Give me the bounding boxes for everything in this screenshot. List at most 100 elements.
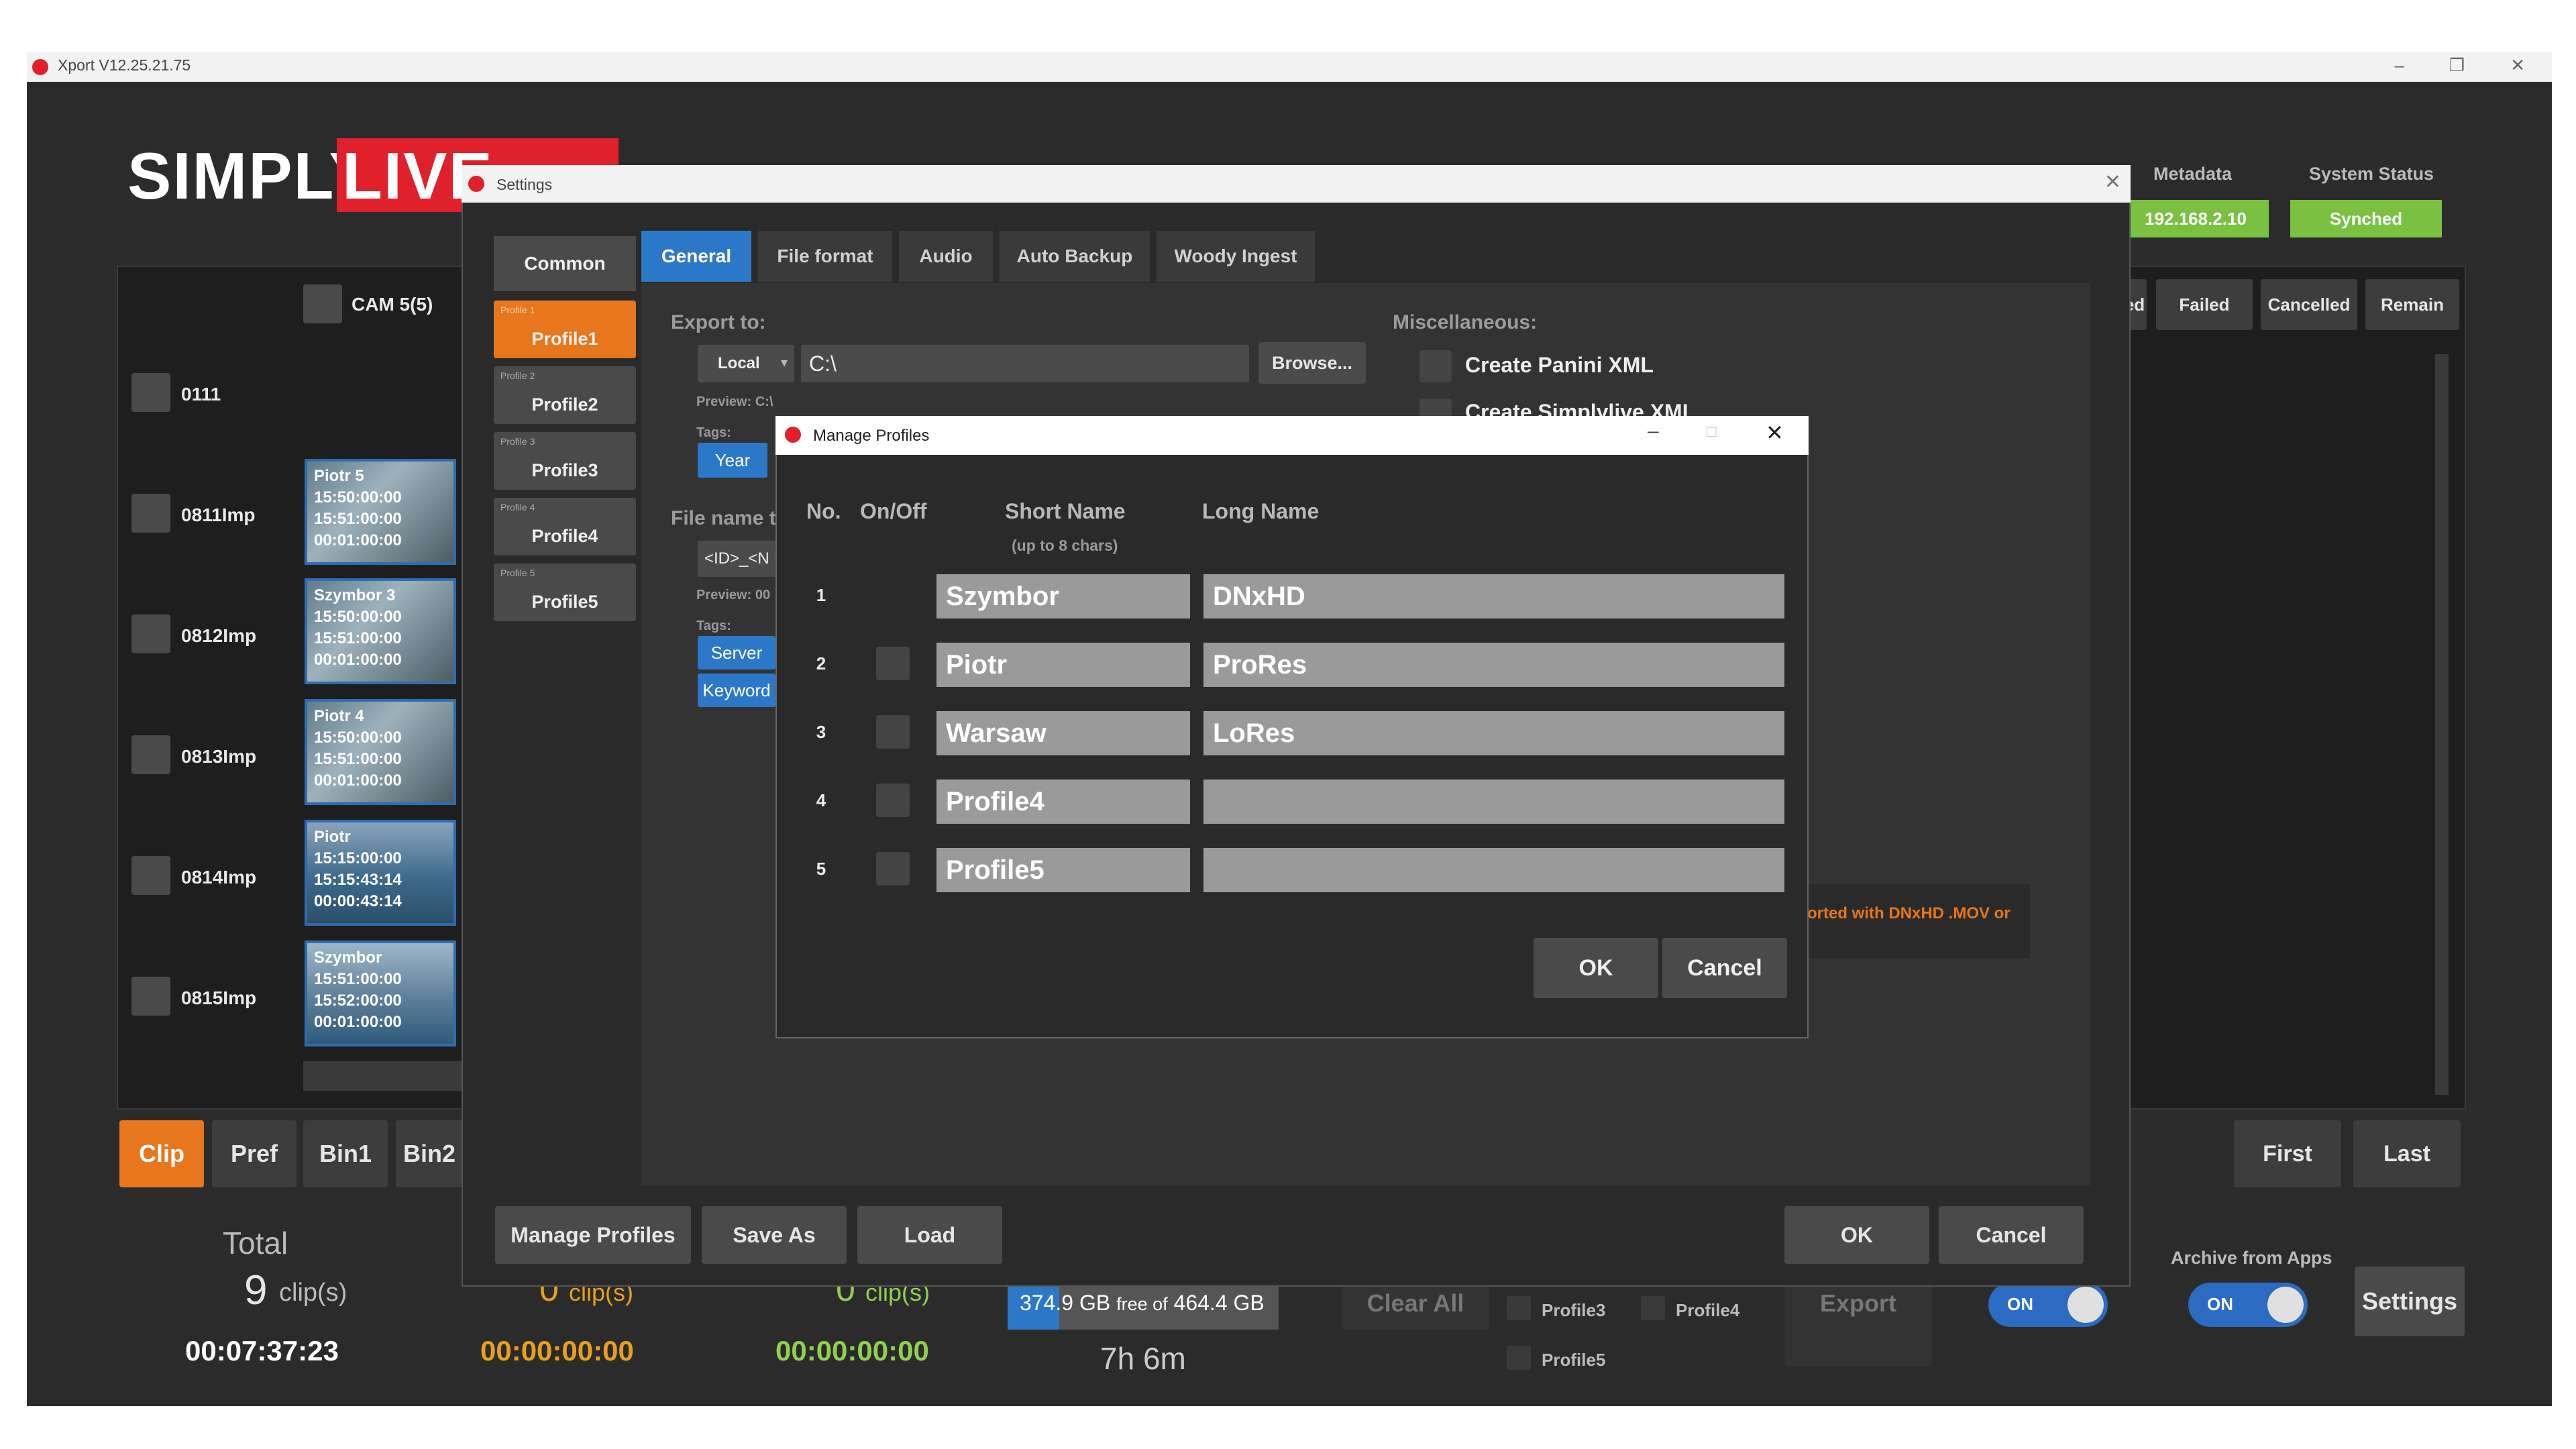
storage-time-left: 7h 6m — [1100, 1341, 1186, 1376]
mp-short-name-input[interactable]: Piotr — [936, 643, 1190, 687]
clip-checkbox[interactable] — [131, 856, 170, 895]
simplylive-label: Create Simplylive XML — [1465, 400, 1696, 416]
mp-cancel-button[interactable]: Cancel — [1662, 938, 1787, 998]
manage-profiles-button[interactable]: Manage Profiles — [495, 1206, 691, 1264]
mp-onoff-checkbox[interactable] — [876, 852, 910, 885]
profile-item[interactable]: Profile 4 Profile4 — [494, 498, 636, 555]
status-tab-failed[interactable]: Failed — [2156, 279, 2253, 330]
mp-onoff-checkbox[interactable] — [876, 784, 910, 817]
profile5-checkbox[interactable] — [1507, 1346, 1531, 1370]
status-tab-remain[interactable]: Remain — [2365, 279, 2459, 330]
export-path-input[interactable]: C:\ — [801, 345, 1249, 382]
clip-label: 0815Imp — [181, 987, 257, 1008]
clip-thumbnail[interactable]: Szymbor 3 15:50:00:00 15:51:00:00 00:01:… — [305, 578, 456, 684]
tab-clip[interactable]: Clip — [119, 1120, 204, 1187]
tab-pref[interactable]: Pref — [212, 1120, 297, 1187]
clip-checkbox[interactable] — [131, 735, 170, 774]
clip-checkbox[interactable] — [131, 977, 170, 1016]
status-tab-cancelled[interactable]: Cancelled — [2261, 279, 2357, 330]
settings-title: Settings — [496, 176, 553, 193]
first-button[interactable]: First — [2234, 1120, 2341, 1187]
tag-keyword[interactable]: Keyword — [698, 674, 775, 707]
settings-close-icon[interactable]: ✕ — [2104, 170, 2121, 194]
profile-item[interactable]: Profile 5 Profile5 — [494, 564, 636, 621]
tag-year[interactable]: Year — [698, 443, 767, 478]
simplylive-checkbox[interactable] — [1419, 398, 1452, 416]
tab-bin1[interactable]: Bin1 — [303, 1120, 388, 1187]
clip-thumbnail[interactable]: Piotr 15:15:00:00 15:15:43:14 00:00:43:1… — [305, 820, 456, 926]
file-name-input[interactable]: <ID>_<N — [698, 541, 778, 577]
minimize-icon[interactable]: – — [2395, 55, 2404, 76]
mp-row-no: 1 — [816, 585, 826, 605]
file-name-label: File name t — [671, 507, 776, 529]
export-to-label: Export to: — [671, 311, 766, 333]
close-icon[interactable]: ✕ — [2510, 55, 2525, 76]
mp-long-name-input[interactable]: ProRes — [1203, 643, 1784, 687]
mp-short-name-input[interactable]: Profile5 — [936, 848, 1190, 892]
tab-bin2[interactable]: Bin2 — [396, 1120, 463, 1187]
profile-item[interactable]: Profile 1 Profile1 — [494, 301, 636, 358]
archive-label: Archive from Apps — [2171, 1248, 2332, 1268]
camera-label: CAM 5(5) — [352, 294, 433, 315]
tab-audio[interactable]: Audio — [899, 231, 993, 282]
archive-toggle-label: ON — [2207, 1294, 2233, 1314]
app-logo-icon — [32, 59, 48, 75]
export-button[interactable]: Export — [1784, 1277, 1932, 1366]
profile4-checkbox[interactable] — [1641, 1296, 1665, 1320]
save-as-button[interactable]: Save As — [702, 1206, 847, 1264]
mp-ok-button[interactable]: OK — [1534, 938, 1658, 998]
mp-short-name-input[interactable]: Profile4 — [936, 780, 1190, 824]
status-scrollbar[interactable] — [2435, 354, 2449, 1095]
tags2-label: Tags: — [696, 619, 731, 633]
exported-duration: 00:00:00:00 — [775, 1335, 929, 1366]
settings-cancel-button[interactable]: Cancel — [1939, 1206, 2084, 1264]
mp-long-name-input[interactable] — [1203, 848, 1784, 892]
settings-ok-button[interactable]: OK — [1784, 1206, 1929, 1264]
mp-onoff-checkbox[interactable] — [876, 647, 910, 680]
clip-label: 0811Imp — [181, 504, 256, 525]
load-button[interactable]: Load — [857, 1206, 1002, 1264]
profile3-label: Profile3 — [1542, 1300, 1606, 1320]
settings-button[interactable]: Settings — [2355, 1267, 2465, 1336]
misc-label: Miscellaneous: — [1393, 311, 1538, 333]
last-button[interactable]: Last — [2353, 1120, 2461, 1187]
clip-checkbox[interactable] — [131, 494, 170, 533]
clip-label: 0813Imp — [181, 746, 257, 767]
clip-thumbnail[interactable]: Piotr 5 15:50:00:00 15:51:00:00 00:01:00… — [305, 459, 456, 565]
manage-profiles-title: Manage Profiles — [813, 427, 930, 445]
clip-thumbnail[interactable]: Piotr 4 15:50:00:00 15:51:00:00 00:01:00… — [305, 699, 456, 805]
clip-checkbox[interactable] — [131, 614, 170, 653]
mp-minimize-icon[interactable]: – — [1648, 420, 1659, 443]
profile3-checkbox[interactable] — [1507, 1296, 1531, 1320]
mp-short-name-input[interactable]: Szymbor — [936, 574, 1190, 619]
tag-server[interactable]: Server — [698, 636, 775, 669]
mp-short-name-input[interactable]: Warsaw — [936, 711, 1190, 755]
restore-icon[interactable]: ❐ — [2449, 55, 2465, 76]
mp-long-name-input[interactable]: DNxHD — [1203, 574, 1784, 619]
mp-onoff-checkbox[interactable] — [876, 715, 910, 749]
export-mode-select[interactable]: Local ▾ — [698, 345, 794, 382]
mp-long-name-input[interactable] — [1203, 780, 1784, 824]
clip-checkbox[interactable] — [131, 373, 170, 412]
panini-checkbox[interactable] — [1419, 350, 1452, 382]
total-label: Total — [223, 1226, 288, 1260]
mp-long-name-input[interactable]: LoRes — [1203, 711, 1784, 755]
export-toggle[interactable]: ON — [1988, 1283, 2108, 1327]
tab-file-format[interactable]: File format — [758, 231, 892, 282]
mp-maximize-icon: □ — [1707, 423, 1717, 441]
clip-thumbnail[interactable]: Szymbor 15:51:00:00 15:52:00:00 00:01:00… — [305, 941, 456, 1046]
tab-general[interactable]: General — [641, 231, 751, 282]
tags-label: Tags: — [696, 425, 731, 440]
tab-auto-backup[interactable]: Auto Backup — [1000, 231, 1150, 282]
profile-item[interactable]: Profile 3 Profile3 — [494, 432, 636, 490]
tab-common[interactable]: Common — [494, 236, 636, 291]
camera-checkbox[interactable] — [303, 284, 342, 323]
tab-woody-ingest[interactable]: Woody Ingest — [1157, 231, 1315, 282]
clip-scrollbar[interactable] — [303, 1061, 464, 1091]
profile-item[interactable]: Profile 2 Profile2 — [494, 366, 636, 424]
browse-button[interactable]: Browse... — [1258, 342, 1366, 384]
archive-toggle[interactable]: ON — [2188, 1283, 2308, 1327]
export-preview: Preview: C:\ — [696, 394, 773, 409]
status-panel — [2123, 266, 2466, 1110]
mp-close-icon[interactable]: ✕ — [1766, 420, 1784, 445]
